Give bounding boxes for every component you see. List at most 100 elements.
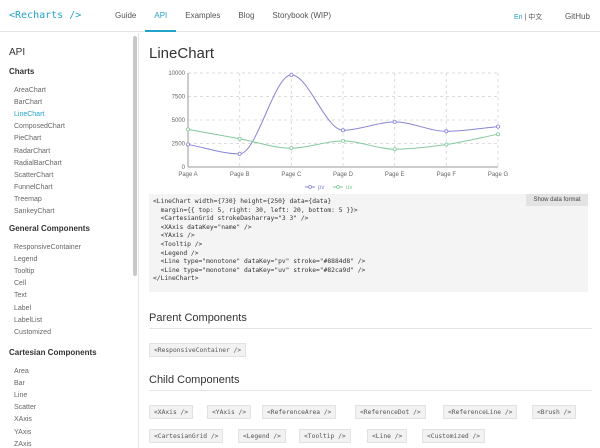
sidebar-item-radialbarchart[interactable]: RadialBarChart	[14, 160, 62, 167]
legend-marker-pv	[308, 185, 312, 189]
data-point-uv	[340, 138, 345, 143]
legend-label-pv: pv	[318, 185, 324, 191]
sidebar-item-line[interactable]: Line	[14, 392, 27, 399]
data-point-uv	[289, 146, 294, 151]
data-point-pv	[237, 151, 242, 156]
sidebar-item-areachart[interactable]: AreaChart	[14, 87, 46, 94]
component-chip[interactable]: <Customized />	[422, 429, 486, 443]
code-line: <Line type="monotone" dataKey="uv" strok…	[153, 266, 366, 274]
x-tick-label: Page E	[385, 172, 405, 178]
sidebar-category: Cartesian Components	[9, 348, 97, 357]
component-chip[interactable]: <ReferenceArea />	[262, 405, 337, 419]
data-point-pv	[392, 119, 397, 124]
code-line: <XAxis dataKey="name" />	[153, 223, 252, 231]
code-line: <Tooltip />	[153, 240, 203, 248]
data-point-pv	[495, 124, 500, 129]
sidebar-scrollbar[interactable]	[133, 36, 137, 276]
code-line: margin={{ top: 5, right: 30, left: 20, b…	[153, 206, 358, 214]
github-link[interactable]: GitHub	[565, 12, 590, 21]
x-tick-label: Page F	[437, 172, 457, 178]
code-line: <LineChart width={730} height={250} data…	[153, 198, 332, 205]
data-point-pv	[340, 128, 345, 133]
data-point-pv	[186, 142, 191, 147]
section-divider	[149, 390, 592, 391]
code-block: <LineChart width={730} height={250} data…	[149, 194, 588, 292]
code-line: <Legend />	[153, 249, 199, 257]
component-chip[interactable]: <ResponsiveContainer />	[149, 343, 247, 357]
component-chip[interactable]: <Legend />	[238, 429, 286, 443]
sidebar-item-barchart[interactable]: BarChart	[14, 99, 42, 106]
component-chip[interactable]: <ReferenceDot />	[355, 405, 426, 419]
sidebar-item-labellist[interactable]: LabelList	[14, 317, 42, 324]
sidebar-item-text[interactable]: Text	[14, 292, 27, 299]
sidebar-item-xaxis[interactable]: XAxis	[14, 416, 32, 423]
nav-guide[interactable]: Guide	[106, 0, 145, 32]
sidebar-category: General Components	[9, 224, 90, 233]
language-switch: En | 中文	[514, 12, 542, 22]
x-tick-label: Page B	[230, 172, 250, 178]
lang-en-link[interactable]: En	[514, 14, 523, 21]
component-chip[interactable]: <Line />	[367, 429, 408, 443]
line-chart: 0 2500 5000 7500 10000 Page A Page B Page C Page…	[150, 66, 514, 192]
sidebar-item-yaxis[interactable]: YAxis	[14, 429, 31, 436]
sidebar-item-tooltip[interactable]: Tooltip	[14, 268, 34, 275]
sidebar-item-scatter[interactable]: Scatter	[14, 404, 36, 411]
sidebar-category: Charts	[9, 67, 35, 76]
sidebar-item-composedchart[interactable]: ComposedChart	[14, 123, 65, 130]
sidebar-item-radarchart[interactable]: RadarChart	[14, 148, 50, 155]
code-line: </LineChart>	[153, 275, 199, 283]
legend-label-uv: uv	[346, 185, 352, 191]
data-point-uv	[495, 132, 500, 137]
data-point-uv	[392, 147, 397, 152]
show-data-format-button[interactable]: Show data format	[526, 194, 588, 206]
line-chart-svg: 0 2500 5000 7500 10000 Page A Page B Page C Page…	[168, 71, 508, 191]
component-chip[interactable]: <YAxis />	[207, 405, 252, 419]
sidebar-item-label[interactable]: Label	[14, 305, 31, 312]
component-chip[interactable]: <CartesianGrid />	[149, 429, 224, 443]
code-line: <Line type="monotone" dataKey="pv" strok…	[153, 258, 366, 266]
component-chip[interactable]: <XAxis />	[149, 405, 194, 419]
sidebar-item-cell[interactable]: Cell	[14, 280, 26, 287]
y-tick-label: 5000	[172, 118, 186, 124]
sidebar-item-bar[interactable]: Bar	[14, 380, 25, 387]
data-point-uv	[186, 127, 191, 132]
data-point-uv	[444, 142, 449, 147]
lang-zh-link[interactable]: 中文	[528, 14, 542, 21]
data-point-pv	[289, 72, 294, 77]
sidebar-item-linechart[interactable]: LineChart	[14, 111, 44, 118]
sidebar-item-scatterchart[interactable]: ScatterChart	[14, 172, 53, 179]
component-chip[interactable]: <Brush />	[532, 405, 577, 419]
y-tick-label: 0	[182, 165, 186, 171]
sidebar-divider	[138, 33, 139, 448]
top-header: <Recharts /> Guide API Examples Blog Storybo…	[0, 0, 600, 32]
x-tick-label: Page D	[333, 172, 354, 178]
section-divider	[149, 328, 592, 329]
component-chip[interactable]: <Tooltip />	[299, 429, 351, 443]
sidebar-item-area[interactable]: Area	[14, 368, 29, 375]
main-nav: Guide API Examples Blog Storybook (WIP)	[106, 0, 340, 32]
logo[interactable]: <Recharts />	[9, 10, 81, 21]
child-components-title: Child Components	[149, 374, 240, 386]
sidebar-item-funnelchart[interactable]: FunnelChart	[14, 184, 53, 191]
nav-blog[interactable]: Blog	[229, 0, 263, 32]
data-point-uv	[237, 136, 242, 141]
sidebar-item-customized[interactable]: Customized	[14, 329, 51, 336]
sidebar-item-legend[interactable]: Legend	[14, 256, 37, 263]
y-tick-label: 7500	[172, 95, 186, 101]
x-tick-label: Page A	[178, 172, 197, 178]
data-point-pv	[444, 129, 449, 134]
nav-storybook-wip[interactable]: Storybook (WIP)	[263, 0, 340, 32]
sidebar-item-responsivecontainer[interactable]: ResponsiveContainer	[14, 244, 81, 251]
code-line: <YAxis />	[153, 232, 195, 240]
component-chip[interactable]: <ReferenceLine />	[443, 405, 518, 419]
nav-examples[interactable]: Examples	[176, 0, 229, 32]
sidebar-item-zaxis[interactable]: ZAxis	[14, 441, 32, 448]
sidebar-item-piechart[interactable]: PieChart	[14, 135, 41, 142]
code-listing: <LineChart width={730} height={250} data…	[153, 198, 365, 284]
y-tick-label: 2500	[172, 142, 186, 148]
sidebar-item-treemap[interactable]: Treemap	[14, 196, 42, 203]
sidebar: API Charts AreaChart BarChart LineChart Comp…	[0, 33, 138, 448]
sidebar-item-sankeychart[interactable]: SankeyChart	[14, 208, 54, 215]
x-tick-label: Page C	[281, 172, 302, 178]
nav-api[interactable]: API	[145, 0, 177, 32]
